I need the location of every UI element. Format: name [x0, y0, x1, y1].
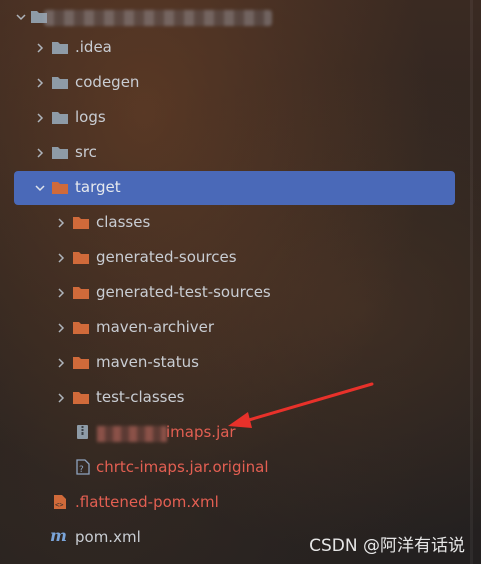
annotation-arrow	[228, 382, 374, 428]
watermark: CSDN @阿洋有话说	[309, 536, 465, 556]
